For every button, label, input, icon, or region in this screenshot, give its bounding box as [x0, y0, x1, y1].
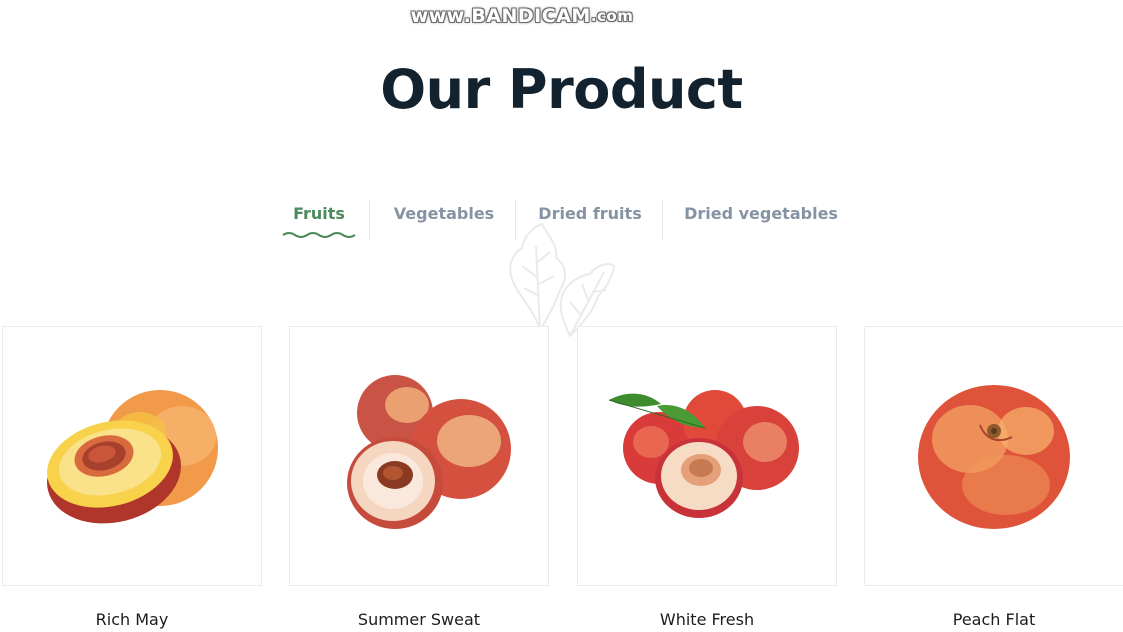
page-title: Our Product [380, 58, 743, 121]
watermark-main: www.BANDICAM [410, 5, 591, 27]
nectarine-leaf-icon [608, 390, 799, 518]
tab-dried-vegetables[interactable]: Dried vegetables [676, 204, 846, 230]
peach-half-icon [47, 390, 218, 524]
tab-vegetables[interactable]: Vegetables [384, 204, 504, 230]
active-tab-wave-icon [282, 232, 356, 238]
tab-divider [369, 200, 370, 240]
product-image-frame[interactable] [577, 326, 837, 586]
product-image-frame[interactable] [864, 326, 1123, 586]
product-name[interactable]: Rich May [2, 610, 262, 629]
tab-divider [662, 200, 663, 240]
product-name[interactable]: Peach Flat [864, 610, 1123, 629]
product-card[interactable]: Peach Flat [864, 326, 1123, 629]
tab-fruits[interactable]: Fruits [284, 204, 354, 230]
product-card[interactable]: Rich May [2, 326, 262, 629]
product-card[interactable]: White Fresh [577, 326, 837, 629]
product-image-frame[interactable] [2, 326, 262, 586]
product-card[interactable]: Summer Sweat [289, 326, 549, 629]
product-name[interactable]: Summer Sweat [289, 610, 549, 629]
leaf-decoration-icon [509, 223, 615, 337]
watermark-tld: .com [590, 7, 634, 25]
product-image-frame[interactable] [289, 326, 549, 586]
peach-trio-icon [347, 375, 511, 529]
flat-peach-icon [918, 385, 1070, 529]
product-name[interactable]: White Fresh [577, 610, 837, 629]
recording-watermark: www.BANDICAM .com [393, 3, 651, 29]
